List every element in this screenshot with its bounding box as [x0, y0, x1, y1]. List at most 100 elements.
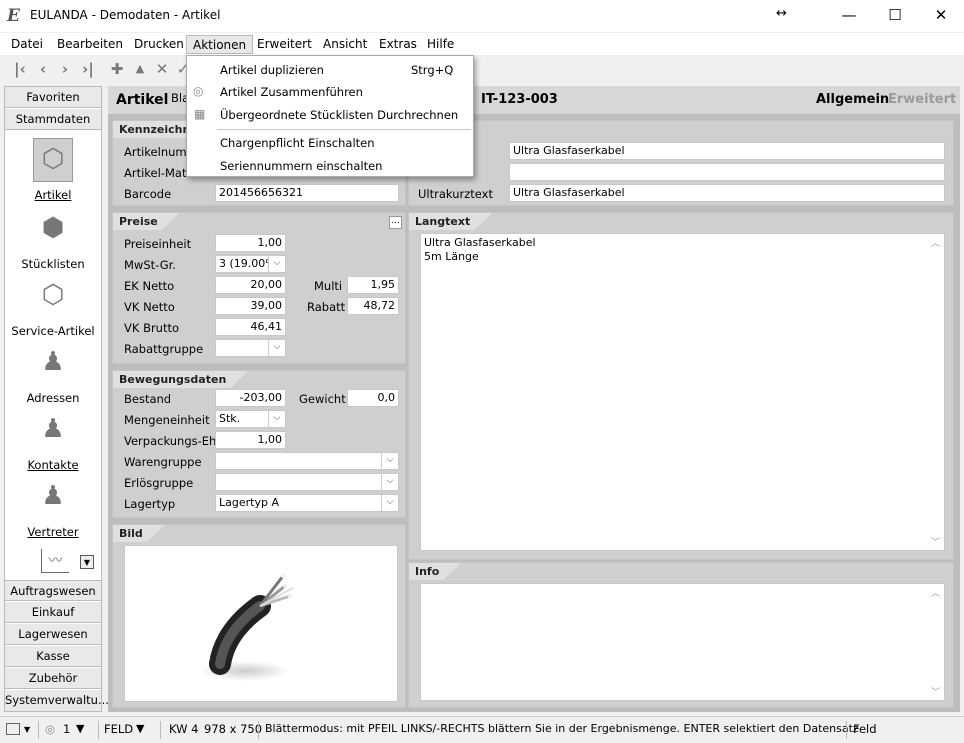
sidebar-module-stuecklisten[interactable]: ⬢ Stücklisten [5, 213, 101, 271]
menu-item-seriennummern[interactable]: Seriennummern einschalten [187, 155, 473, 177]
window-icon[interactable] [6, 723, 20, 735]
scroll-down-icon[interactable]: ﹀ [931, 685, 940, 698]
tab-erweitert[interactable]: Erweitert [888, 92, 956, 107]
mwst-select[interactable]: 3 (19.00%) ⌵ [215, 255, 286, 273]
mengeneinheit-select[interactable]: Stk. ⌵ [215, 410, 286, 428]
bestand-label: Bestand [124, 392, 172, 406]
scroll-up-icon[interactable]: ︿ [931, 586, 940, 599]
preise-more-button[interactable]: ... [389, 216, 402, 229]
main-content: Kennzeichnung Artikelnummer Artikel-Matc… [108, 114, 960, 712]
menu-item-chargenpflicht[interactable]: Chargenpflicht Einschalten [187, 132, 473, 154]
gewicht-label: Gewicht [299, 392, 346, 406]
ek-field[interactable]: 20,00 [215, 276, 286, 294]
menu-item-shortcut: Strg+Q [411, 63, 454, 77]
sidebar-module-vertreter[interactable]: ♟ Vertreter [5, 481, 101, 539]
menu-extras[interactable]: Extras [373, 35, 423, 54]
sidebar-kasse[interactable]: Kasse [5, 646, 101, 667]
sidebar-stammdaten[interactable]: Stammdaten [5, 109, 101, 130]
sidebar-module-kontakte[interactable]: ♟ Kontakte [5, 414, 101, 472]
multi-label: Multi [314, 279, 343, 293]
minimize-button[interactable]: — [826, 0, 872, 32]
close-button[interactable]: ✕ [918, 0, 964, 32]
lagertyp-select[interactable]: Lagertyp A ⌵ [215, 494, 399, 512]
warengruppe-select[interactable]: ⌵ [215, 452, 399, 470]
mengeneinheit-label: Mengeneinheit [124, 413, 210, 427]
scroll-down-icon[interactable]: ﹀ [931, 535, 940, 548]
multi-field[interactable]: 1,95 [347, 276, 399, 294]
barcode-field[interactable]: 201456656321 [215, 184, 399, 202]
person-icon: ♟ [41, 414, 65, 444]
menu-datei[interactable]: Datei [5, 35, 49, 54]
resize-icon[interactable]: ↔ [776, 6, 787, 21]
menu-aktionen[interactable]: Aktionen [186, 35, 254, 54]
menu-item-zusammenfuehren[interactable]: ◎ Artikel Zusammenführen [187, 81, 473, 103]
vk-field[interactable]: 39,00 [215, 297, 286, 315]
verpackung-field[interactable]: 1,00 [215, 431, 286, 449]
menu-separator [217, 129, 471, 130]
divider [98, 721, 99, 739]
kurztext-field[interactable]: Ultra Glasfaserkabel [509, 142, 945, 160]
page-title: Artikel [116, 92, 169, 108]
sidebar-auftragswesen[interactable]: Auftragswesen [5, 580, 101, 601]
sidebar-more-button[interactable]: ▼ [80, 555, 94, 569]
menu-drucken[interactable]: Drucken [128, 35, 190, 54]
sidebar-lagerwesen[interactable]: Lagerwesen [5, 624, 101, 645]
sidebar-systemverwaltung[interactable]: Systemverwaltu... [5, 690, 109, 711]
bild-panel: Bild [112, 524, 406, 708]
menu-erweitert[interactable]: Erweitert [251, 35, 318, 54]
sidebar-module-service-artikel[interactable]: ⬡ Service-Artikel [5, 280, 101, 338]
rabatt-label: Rabatt [307, 300, 346, 314]
bewegungsdaten-heading: Bewegungsdaten [113, 371, 248, 388]
scroll-up-icon[interactable]: ︿ [931, 236, 940, 249]
bewegungsdaten-panel: Bewegungsdaten Bestand -203,00 Gewicht 0… [112, 370, 406, 518]
langtext-textarea[interactable]: Ultra Glasfaserkabel 5m Länge ︿ ﹀ [420, 233, 945, 551]
last-icon[interactable]: ›| [78, 59, 98, 79]
menu-ansicht[interactable]: Ansicht [317, 35, 373, 54]
divider [258, 721, 259, 739]
bestand-field[interactable]: -203,00 [215, 389, 286, 407]
menu-bearbeiten[interactable]: Bearbeiten [51, 35, 129, 54]
erloesgruppe-label: Erlösgruppe [124, 476, 194, 490]
menu-item-label: Chargenpflicht Einschalten [220, 136, 375, 150]
chart-icon[interactable]: 〰 [41, 549, 69, 573]
menu-item-stuecklisten-durchrechnen[interactable]: ▦ Übergeordnete Stücklisten Durchrechnen [187, 104, 473, 126]
prev-icon[interactable]: ‹ [33, 59, 53, 79]
person-icon: ♟ [41, 347, 65, 377]
maximize-button[interactable]: ☐ [872, 0, 918, 32]
first-icon[interactable]: |‹ [10, 59, 30, 79]
brutto-label: VK Brutto [124, 321, 180, 335]
delete-icon[interactable]: ✕ [152, 59, 172, 79]
menu-item-label: Artikel duplizieren [220, 63, 324, 77]
menu-hilfe[interactable]: Hilfe [421, 35, 460, 54]
up-icon[interactable]: ▲ [130, 59, 150, 79]
menu-item-duplizieren[interactable]: Artikel duplizieren Strg+Q [187, 59, 473, 81]
tab-allgemein[interactable]: Allgemein [816, 92, 889, 107]
sidebar-einkauf[interactable]: Einkauf [5, 602, 101, 623]
ultrakurztext-field[interactable]: Ultra Glasfaserkabel [509, 184, 945, 202]
chevron-down-icon[interactable]: ▼ [76, 722, 84, 735]
sidebar-module-artikel[interactable]: ⬡ Artikel [5, 144, 101, 202]
kurztext2-field[interactable] [509, 163, 945, 181]
next-icon[interactable]: › [55, 59, 75, 79]
preiseinheit-label: Preiseinheit [124, 237, 192, 251]
sidebar-favoriten[interactable]: Favoriten [5, 87, 101, 108]
gewicht-field[interactable]: 0,0 [347, 389, 399, 407]
sidebar-zubehoer[interactable]: Zubehör [5, 668, 101, 689]
lagertyp-value: Lagertyp A [219, 496, 279, 509]
rabatt-field[interactable]: 48,72 [347, 297, 399, 315]
chevron-down-icon[interactable]: ▼ [24, 725, 30, 734]
preiseinheit-field[interactable]: 1,00 [215, 234, 286, 252]
chevron-down-icon: ⌵ [381, 474, 398, 490]
title-bar: E EULANDA - Demodaten - Artikel ↔ — ☐ ✕ [0, 0, 964, 32]
erloesgruppe-select[interactable]: ⌵ [215, 473, 399, 491]
product-image[interactable] [124, 545, 398, 702]
sidebar-module-adressen[interactable]: ♟ Adressen [5, 347, 101, 405]
brutto-field[interactable]: 46,41 [215, 318, 286, 336]
chevron-down-icon[interactable]: ▼ [136, 722, 144, 735]
add-icon[interactable]: ✚ [107, 59, 127, 79]
info-textarea[interactable]: ︿ ﹀ [420, 583, 945, 701]
divider [846, 721, 847, 739]
rabattgruppe-select[interactable]: ⌵ [215, 339, 286, 357]
calculator-icon: ▦ [194, 107, 206, 121]
divider [38, 721, 39, 739]
